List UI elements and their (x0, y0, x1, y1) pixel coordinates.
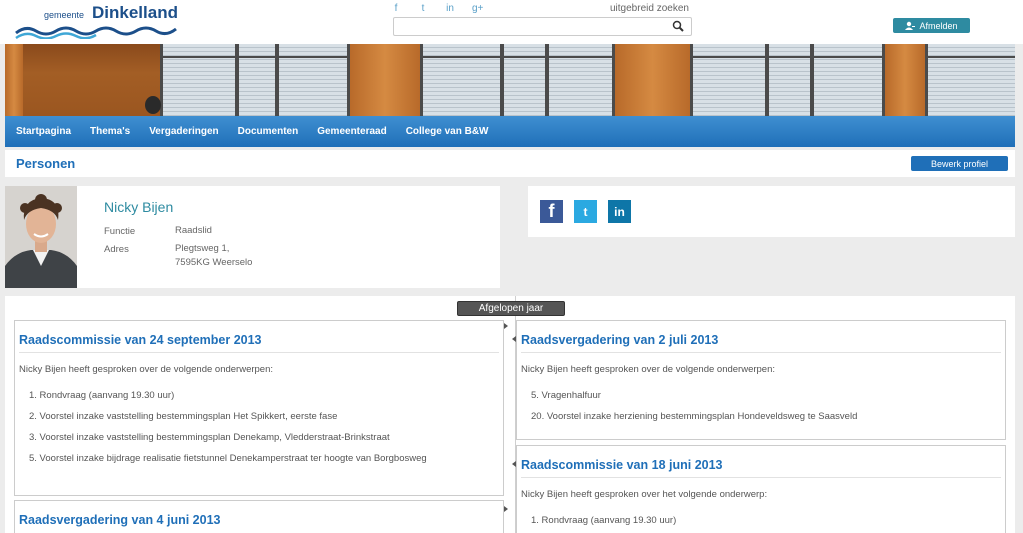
user-icon (905, 21, 916, 30)
meeting-intro: Nicky Bijen heeft gesproken over de volg… (19, 364, 274, 375)
meeting-title[interactable]: Raadsvergadering van 4 juni 2013 (19, 513, 220, 527)
nav-vergaderingen[interactable]: Vergaderingen (149, 126, 218, 137)
topic-list: 1. Rondvraag (aanvang 19.30 uur) (531, 515, 676, 533)
meeting-title[interactable]: Raadscommissie van 18 juni 2013 (521, 458, 723, 472)
share-linkedin-icon[interactable]: in (608, 200, 631, 223)
googleplus-icon[interactable]: g+ (472, 3, 483, 14)
logout-button[interactable]: Afmelden (893, 18, 970, 33)
share-twitter-icon[interactable]: t (574, 200, 597, 223)
address-line-1: Plegtsweg 1, (175, 243, 230, 254)
linkedin-icon[interactable]: in (445, 3, 455, 14)
nav-startpagina[interactable]: Startpagina (16, 126, 71, 137)
page-title: Personen (16, 156, 76, 171)
timeline-arrow (504, 323, 508, 329)
search-icon[interactable] (672, 20, 684, 32)
nav-themas[interactable]: Thema's (90, 126, 130, 137)
logo-big-text: Dinkelland (92, 3, 178, 22)
meeting-title[interactable]: Raadscommissie van 24 september 2013 (19, 333, 262, 347)
edit-profile-button[interactable]: Bewerk profiel (911, 156, 1008, 171)
page-title-bar: Personen Bewerk profiel (5, 150, 1015, 177)
topic-item[interactable]: 5. Vragenhalfuur (531, 390, 857, 411)
topic-item[interactable]: 5. Voorstel inzake bijdrage realisatie f… (29, 453, 427, 474)
share-facebook-icon[interactable]: f (540, 200, 563, 223)
search-input[interactable] (394, 18, 664, 35)
profile-photo (5, 186, 77, 288)
main-navigation: Startpagina Thema's Vergaderingen Docume… (5, 116, 1015, 147)
topic-item[interactable]: 2. Voorstel inzake vaststelling bestemmi… (29, 411, 427, 432)
header-banner-image (5, 44, 1015, 116)
timeline-arrow (504, 506, 508, 512)
search-box (393, 17, 692, 36)
address-line-2: 7595KG Weerselo (175, 257, 253, 268)
topic-item[interactable]: 1. Rondvraag (aanvang 19.30 uur) (531, 515, 676, 533)
header-bar: gemeente Dinkelland f t in g+ uitgebreid… (0, 0, 1023, 44)
twitter-icon[interactable]: t (418, 3, 428, 14)
share-card: f t in (528, 186, 1015, 237)
header-social-links: f t in g+ (391, 3, 484, 14)
nav-documenten[interactable]: Documenten (238, 126, 299, 137)
meeting-intro: Nicky Bijen heeft gesproken over de volg… (521, 364, 776, 375)
topic-list: 5. Vragenhalfuur 20. Voorstel inzake her… (531, 390, 857, 432)
function-value: Raadslid (175, 225, 212, 236)
topic-item[interactable]: 20. Voorstel inzake herziening bestemmin… (531, 411, 857, 432)
logout-label: Afmelden (919, 20, 958, 31)
topic-item[interactable]: 3. Voorstel inzake vaststelling bestemmi… (29, 432, 427, 453)
meeting-card: Raadsvergadering van 4 juni 2013 (14, 500, 504, 533)
period-badge[interactable]: Afgelopen jaar (457, 301, 565, 316)
logo-wave-icon (15, 26, 177, 39)
meeting-title[interactable]: Raadsvergadering van 2 juli 2013 (521, 333, 718, 347)
meeting-card: Raadsvergadering van 2 juli 2013 Nicky B… (516, 320, 1006, 440)
facebook-icon[interactable]: f (391, 3, 401, 14)
nav-college[interactable]: College van B&W (406, 126, 489, 137)
person-name: Nicky Bijen (104, 199, 174, 215)
advanced-search-link[interactable]: uitgebreid zoeken (610, 3, 689, 14)
meeting-intro: Nicky Bijen heeft gesproken over het vol… (521, 489, 768, 500)
topic-item[interactable]: 1. Rondvraag (aanvang 19.30 uur) (29, 390, 427, 411)
topic-list: 1. Rondvraag (aanvang 19.30 uur) 2. Voor… (29, 390, 427, 474)
function-label: Functie (104, 226, 136, 237)
logo-small-text: gemeente (44, 10, 85, 20)
meeting-card: Raadscommissie van 18 juni 2013 Nicky Bi… (516, 445, 1006, 533)
dinkelland-logo[interactable]: gemeente Dinkelland (14, 3, 184, 39)
profile-card: Nicky Bijen Functie Raadslid Adres Plegt… (5, 186, 500, 288)
nav-gemeenteraad[interactable]: Gemeenteraad (317, 126, 386, 137)
address-label: Adres (104, 244, 129, 255)
meeting-card: Raadscommissie van 24 september 2013 Nic… (14, 320, 504, 496)
